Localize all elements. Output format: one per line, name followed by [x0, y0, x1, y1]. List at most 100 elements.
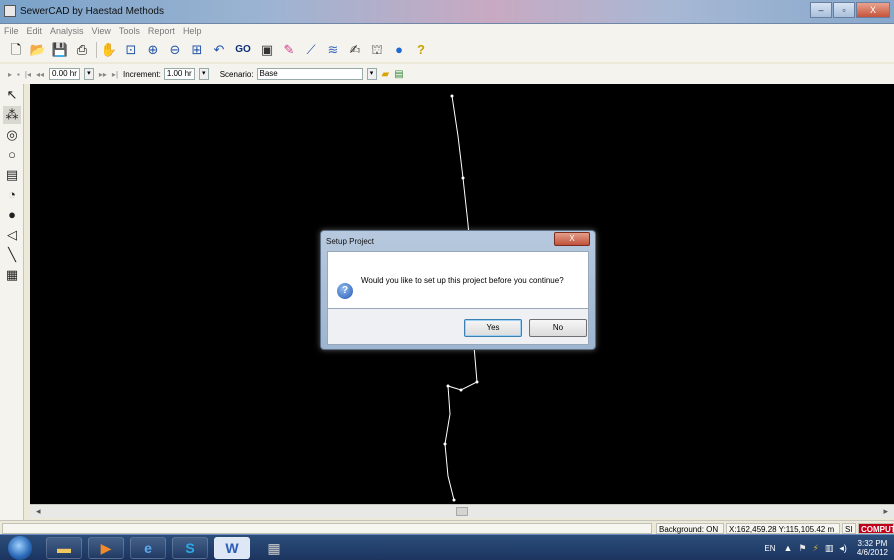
sewercad-taskbar-icon[interactable]: ▦: [256, 537, 292, 559]
flextable-icon[interactable]: ▣: [259, 42, 275, 58]
status-bar: Background: ON X:162,459.28 Y:115,105.42…: [0, 520, 894, 534]
manhole-cluster-icon[interactable]: ⁂: [3, 106, 21, 124]
menu-bar: File Edit Analysis View Tools Report Hel…: [0, 24, 894, 38]
manhole-node[interactable]: [475, 380, 479, 384]
horizontal-scrollbar[interactable]: ◂ ▸: [30, 504, 894, 518]
pan-hand-icon[interactable]: ✋: [101, 42, 117, 58]
element-symbology-icon[interactable]: ⛫: [369, 42, 385, 58]
word-icon[interactable]: W: [214, 537, 250, 559]
power-icon[interactable]: ⚡: [813, 543, 819, 554]
time-field[interactable]: 0.00 hr: [48, 68, 80, 80]
main-toolbar: 🗋 📂 💾 ⎙ ✋ ⊡ ⊕ ⊖ ⊞ ↶ GO ▣ ✎ ⟋ ≋ ✍ ⛫ ● ?: [0, 38, 894, 62]
menu-tools[interactable]: Tools: [119, 26, 140, 36]
node-icon[interactable]: ○: [3, 146, 21, 164]
taskbar: ▬ ▶ e S W ▦ EN ▲ ⚑ ⚡ ▥ ◂) 3:32 PM 4/6/20…: [0, 534, 894, 560]
tray-expand-icon[interactable]: ▲: [784, 543, 793, 553]
flag-icon[interactable]: ⚑: [798, 543, 806, 554]
increment-dropdown-arrow[interactable]: ▾: [198, 68, 209, 80]
toolbar-separator: [96, 42, 97, 58]
new-file-icon[interactable]: 🗋: [8, 42, 24, 58]
help-icon[interactable]: ?: [413, 42, 429, 58]
manhole-node[interactable]: [450, 94, 454, 98]
manhole-node[interactable]: [443, 442, 447, 446]
minimize-button[interactable]: –: [810, 2, 832, 18]
manhole-node[interactable]: [446, 384, 450, 388]
internet-explorer-icon[interactable]: e: [130, 537, 166, 559]
scenario-manager-icon[interactable]: ▤: [394, 69, 403, 80]
zoom-window-icon[interactable]: ⊡: [123, 42, 139, 58]
volume-icon[interactable]: ◂): [839, 543, 847, 554]
compute-status: COMPUTE: [858, 523, 894, 534]
last-step-icon[interactable]: ▸|: [112, 70, 118, 79]
dialog-message: Would you like to set up this project be…: [361, 276, 564, 285]
inlet-icon[interactable]: ▤: [3, 166, 21, 184]
increment-label: Increment:: [123, 69, 161, 79]
zoom-extents-icon[interactable]: ⊞: [189, 42, 205, 58]
clock-date: 4/6/2012: [856, 548, 888, 557]
manhole-icon[interactable]: ◎: [3, 126, 21, 144]
menu-file[interactable]: File: [4, 26, 19, 36]
outlet-icon[interactable]: ◁: [3, 226, 21, 244]
zoom-in-icon[interactable]: ⊕: [145, 42, 161, 58]
menu-edit[interactable]: Edit: [27, 26, 43, 36]
play-icon[interactable]: ▸: [8, 70, 12, 79]
scenario-globe-icon[interactable]: ●: [391, 42, 407, 58]
network-icon[interactable]: ▥: [825, 543, 834, 554]
no-button[interactable]: No: [529, 319, 587, 337]
status-left-empty: [2, 523, 652, 534]
pipe-icon[interactable]: ╲: [3, 246, 21, 264]
menu-help[interactable]: Help: [183, 26, 202, 36]
stop-icon[interactable]: ▪: [17, 70, 20, 79]
first-step-icon[interactable]: |◂: [25, 70, 31, 79]
question-icon: ?: [337, 283, 353, 299]
file-explorer-icon[interactable]: ▬: [46, 537, 82, 559]
start-button[interactable]: [8, 536, 32, 560]
language-indicator[interactable]: EN: [764, 544, 775, 553]
increment-field[interactable]: 1.00 hr: [163, 68, 195, 80]
select-arrow-icon[interactable]: ↖: [3, 86, 21, 104]
go-icon[interactable]: GO: [233, 42, 253, 58]
scroll-thumb[interactable]: [456, 507, 468, 516]
clock[interactable]: 3:32 PM 4/6/2012: [857, 539, 888, 557]
coordinate-readout: X:162,459.28 Y:115,105.42 m: [726, 523, 840, 534]
scroll-left-icon[interactable]: ◂: [36, 506, 41, 517]
graph-icon[interactable]: ≋: [325, 42, 341, 58]
maximize-button[interactable]: ▫: [833, 2, 855, 18]
scenario-folder-icon[interactable]: ▰: [382, 69, 390, 80]
profile-icon[interactable]: ⟋: [303, 42, 319, 58]
window-controls: – ▫ X: [809, 2, 890, 18]
scenario-label: Scenario:: [219, 69, 254, 79]
open-folder-icon[interactable]: 📂: [30, 42, 46, 58]
scenario-select[interactable]: Base: [256, 68, 363, 80]
zoom-previous-icon[interactable]: ↶: [211, 42, 227, 58]
menu-view[interactable]: View: [92, 26, 111, 36]
next-step-icon[interactable]: ▸▸: [99, 70, 107, 79]
manhole-node[interactable]: [461, 176, 465, 180]
media-player-icon[interactable]: ▶: [88, 537, 124, 559]
color-coding-icon[interactable]: ✎: [281, 42, 297, 58]
skype-icon[interactable]: S: [172, 537, 208, 559]
junction-icon[interactable]: ●: [3, 206, 21, 224]
annotation-icon[interactable]: ✍: [347, 42, 363, 58]
pump-icon[interactable]: ◔: [3, 186, 21, 204]
system-tray: EN ▲ ⚑ ⚡ ▥ ◂) 3:32 PM 4/6/2012: [764, 538, 888, 558]
save-icon[interactable]: 💾: [52, 42, 68, 58]
table-icon[interactable]: ▦: [3, 266, 21, 284]
units-indicator: SI: [842, 523, 856, 534]
manhole-node[interactable]: [452, 498, 456, 502]
dialog-title: Setup Project: [326, 237, 375, 246]
print-preview-icon[interactable]: ⎙: [74, 42, 90, 58]
prev-step-icon[interactable]: ◂◂: [36, 70, 44, 79]
scroll-right-icon[interactable]: ▸: [883, 506, 888, 517]
tool-palette: ↖ ⁂ ◎ ○ ▤ ◔ ● ◁ ╲ ▦: [0, 84, 24, 528]
app-icon: [4, 5, 16, 17]
scenario-dropdown-arrow[interactable]: ▾: [366, 68, 377, 80]
yes-button[interactable]: Yes: [464, 319, 522, 337]
menu-analysis[interactable]: Analysis: [50, 26, 84, 36]
manhole-node[interactable]: [459, 388, 463, 392]
dialog-close-button[interactable]: X: [554, 232, 590, 246]
close-button[interactable]: X: [856, 2, 890, 18]
menu-report[interactable]: Report: [148, 26, 175, 36]
time-dropdown-arrow[interactable]: ▾: [83, 68, 94, 80]
zoom-out-icon[interactable]: ⊖: [167, 42, 183, 58]
